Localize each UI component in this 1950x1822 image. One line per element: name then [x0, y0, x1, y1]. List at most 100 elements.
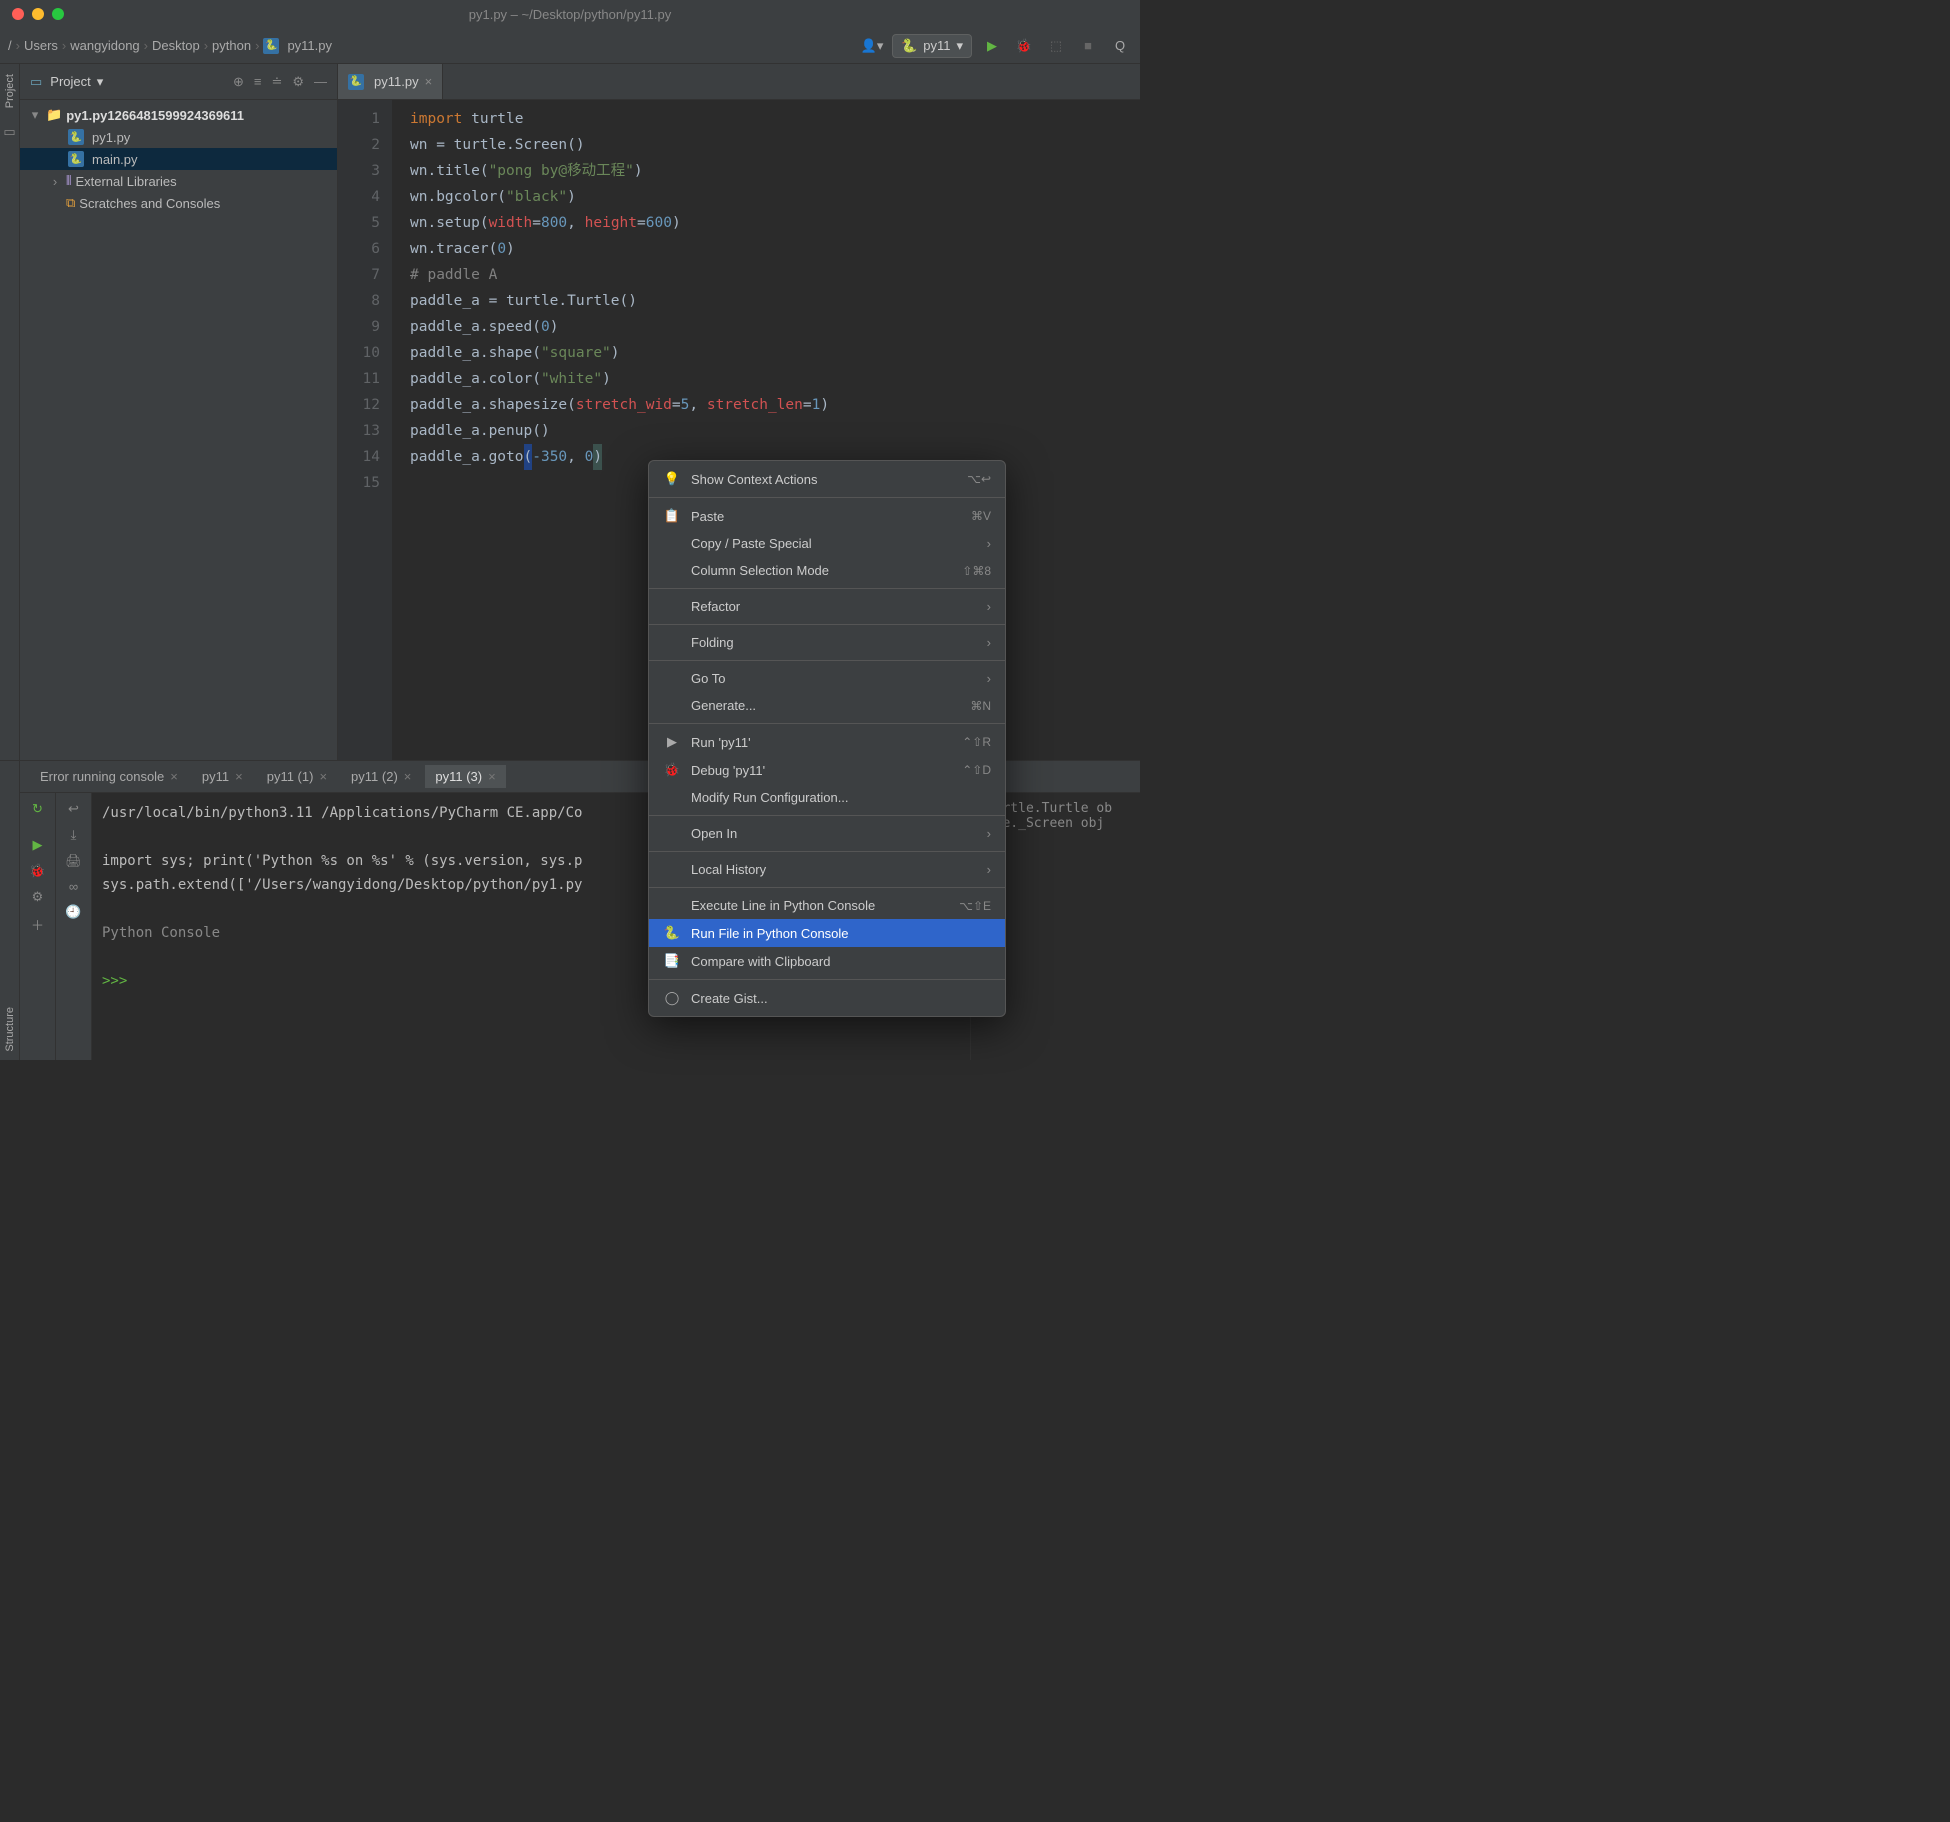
menu-separator: [649, 815, 1005, 816]
stop-button[interactable]: ■: [1076, 34, 1100, 58]
breadcrumb-root[interactable]: /: [8, 38, 12, 53]
menu-item[interactable]: ◯Create Gist...: [649, 984, 1005, 1012]
menu-item[interactable]: Go To›: [649, 665, 1005, 692]
chevron-down-icon: ▾: [956, 38, 963, 54]
console-tab[interactable]: py11 (2)×: [341, 765, 421, 788]
minimize-window-button[interactable]: [32, 8, 44, 20]
menu-separator: [649, 979, 1005, 980]
hide-panel-icon[interactable]: —: [314, 74, 327, 90]
structure-tool-button[interactable]: Structure: [4, 1007, 16, 1052]
tree-file-selected[interactable]: 🐍 main.py: [20, 148, 337, 170]
run-config-selector[interactable]: 🐍 py11 ▾: [892, 34, 972, 58]
collapse-all-icon[interactable]: ≐: [271, 74, 282, 90]
menu-item-label: Copy / Paste Special: [691, 536, 977, 551]
gutter: 123456789101112131415: [338, 100, 392, 760]
close-tab-icon[interactable]: ×: [319, 769, 327, 784]
breadcrumb-item[interactable]: python: [212, 38, 251, 53]
menu-item-label: Run 'py11': [691, 735, 952, 750]
menu-item-label: Modify Run Configuration...: [691, 790, 991, 805]
select-opened-file-icon[interactable]: ⊕: [233, 74, 244, 90]
chevron-down-icon: ▾: [97, 74, 104, 90]
debug-icon[interactable]: 🐞: [29, 863, 45, 879]
menu-item-label: Local History: [691, 862, 977, 877]
settings-icon[interactable]: ⚙: [32, 889, 44, 905]
console-tab[interactable]: py11×: [192, 765, 253, 788]
breadcrumb-file[interactable]: py11.py: [287, 38, 332, 53]
menu-item[interactable]: ▶Run 'py11'⌃⇧R: [649, 728, 1005, 756]
menu-separator: [649, 851, 1005, 852]
menu-shortcut: ⌥⇧E: [959, 899, 991, 913]
menu-item-label: Compare with Clipboard: [691, 954, 991, 969]
print-icon[interactable]: 🖨: [65, 853, 82, 869]
menu-item[interactable]: Modify Run Configuration...: [649, 784, 1005, 811]
menu-item[interactable]: Copy / Paste Special ›: [649, 530, 1005, 557]
show-vars-icon[interactable]: ∞: [69, 879, 78, 894]
menu-item-label: Create Gist...: [691, 991, 991, 1006]
chevron-right-icon: ›: [987, 536, 991, 551]
menu-item[interactable]: Generate...⌘N: [649, 692, 1005, 719]
tree-scratches[interactable]: ⧉ Scratches and Consoles: [20, 192, 337, 214]
close-tab-icon[interactable]: ×: [235, 769, 243, 784]
editor-tab[interactable]: 🐍 py11.py ×: [338, 64, 443, 99]
tree-external-libraries[interactable]: › ⫴ External Libraries: [20, 170, 337, 192]
scratches-icon: ⧉: [66, 195, 75, 211]
ext-lib-label: External Libraries: [75, 174, 176, 189]
python-file-icon: 🐍: [263, 38, 279, 54]
menu-item[interactable]: Local History›: [649, 856, 1005, 883]
menu-item[interactable]: Open In›: [649, 820, 1005, 847]
menu-item[interactable]: 📑Compare with Clipboard: [649, 947, 1005, 975]
close-tab-icon[interactable]: ×: [425, 74, 433, 89]
close-tab-icon[interactable]: ×: [488, 769, 496, 784]
menu-shortcut: ⌘V: [971, 509, 991, 523]
menu-item[interactable]: 📋Paste⌘V: [649, 502, 1005, 530]
panel-title[interactable]: Project ▾: [50, 74, 225, 90]
chevron-down-icon: ▾: [28, 107, 42, 123]
close-tab-icon[interactable]: ×: [404, 769, 412, 784]
menu-item[interactable]: 🐞Debug 'py11'⌃⇧D: [649, 756, 1005, 784]
scroll-to-end-icon[interactable]: ⤓: [71, 827, 77, 843]
menu-item-label: Debug 'py11': [691, 763, 952, 778]
scratches-label: Scratches and Consoles: [79, 196, 220, 211]
debug-button[interactable]: 🐞: [1012, 34, 1036, 58]
close-tab-icon[interactable]: ×: [170, 769, 178, 784]
menu-item[interactable]: Folding›: [649, 629, 1005, 656]
menu-item[interactable]: 💡 Show Context Actions ⌥↩: [649, 465, 1005, 493]
coverage-button[interactable]: ⬚: [1044, 34, 1068, 58]
menu-item[interactable]: Refactor›: [649, 593, 1005, 620]
search-everywhere-button[interactable]: Q: [1108, 34, 1132, 58]
chevron-right-icon: ›: [987, 635, 991, 650]
menu-shortcut: ⌃⇧R: [962, 735, 991, 749]
breadcrumb-item[interactable]: wangyidong: [70, 38, 139, 53]
run-icon[interactable]: ▶: [33, 837, 43, 853]
soft-wrap-icon[interactable]: ↩: [68, 801, 79, 817]
menu-item-label: Show Context Actions: [691, 472, 957, 487]
python-icon: 🐍: [663, 925, 681, 941]
console-tab[interactable]: py11 (1)×: [257, 765, 337, 788]
menu-separator: [649, 723, 1005, 724]
user-icon[interactable]: 👤▾: [860, 34, 884, 58]
console-tab[interactable]: Error running console×: [30, 765, 188, 788]
menu-item-label: Paste: [691, 509, 961, 524]
tree-root[interactable]: ▾ 📁 py1.py1266481599924369611: [20, 104, 337, 126]
run-button[interactable]: ▶: [980, 34, 1004, 58]
python-file-icon: 🐍: [348, 74, 364, 90]
menu-item[interactable]: 🐍Run File in Python Console: [649, 919, 1005, 947]
menu-item-label: Column Selection Mode: [691, 563, 952, 578]
close-window-button[interactable]: [12, 8, 24, 20]
expand-all-icon[interactable]: ≡: [254, 74, 262, 90]
settings-icon[interactable]: ⚙: [292, 74, 304, 90]
menu-item[interactable]: Column Selection Mode⇧⌘8: [649, 557, 1005, 584]
history-icon[interactable]: 🕘: [65, 904, 81, 920]
rerun-icon[interactable]: ↻: [32, 801, 43, 817]
bulb-icon: 💡: [663, 471, 681, 487]
menu-shortcut: ⌥↩: [967, 472, 991, 486]
breadcrumb-item[interactable]: Users: [24, 38, 58, 53]
console-tab[interactable]: py11 (3)×: [425, 765, 505, 788]
project-tool-button[interactable]: Project: [4, 74, 16, 108]
library-icon: ⫴: [66, 173, 71, 189]
add-icon[interactable]: ＋: [31, 915, 44, 934]
menu-item[interactable]: Execute Line in Python Console⌥⇧E: [649, 892, 1005, 919]
tree-file[interactable]: 🐍 py1.py: [20, 126, 337, 148]
maximize-window-button[interactable]: [52, 8, 64, 20]
breadcrumb-item[interactable]: Desktop: [152, 38, 200, 53]
